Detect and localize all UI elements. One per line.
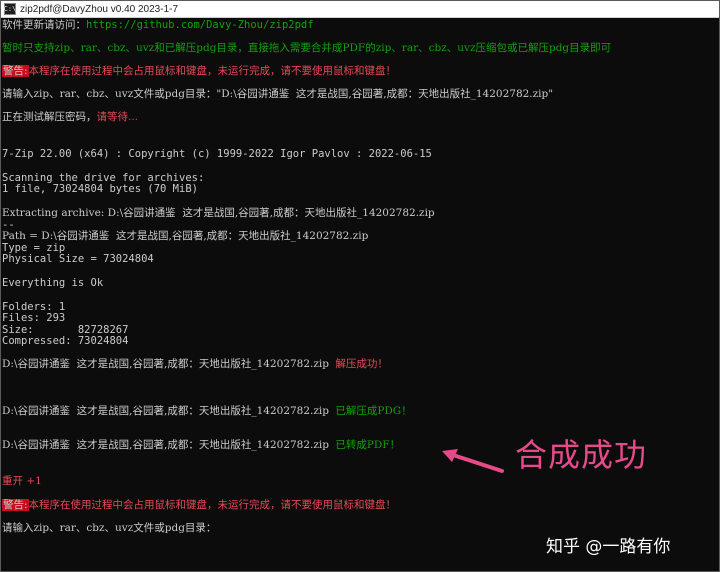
pdf-status-line: D:\谷园讲通鉴 这才是战国,谷园著,成都：天地出版社_14202782.zip… [2,439,400,452]
update-line: 软件更新请访问：https://github.com/Davy-Zhou/zip… [2,19,314,32]
warning-line-2: 警告:本程序在使用过程中会占用鼠标和键盘，未运行完成，请不要使用鼠标和键盘！ [2,499,396,512]
title-bar[interactable]: C:\ zip2pdf@DavyZhou v0.40 2023-1-7 [1,1,719,18]
pdf-status: 已转成PDF！ [335,439,401,451]
warning-text-2: 本程序在使用过程中会占用鼠标和键盘，未运行完成，请不要使用鼠标和键盘！ [28,499,397,511]
physical-size-line: Physical Size = 73024804 [2,253,154,265]
pdg-status-line: D:\谷园讲通鉴 这才是战国,谷园著,成都：天地出版社_14202782.zip… [2,405,412,418]
warning-text: 本程序在使用过程中会占用鼠标和键盘，未运行完成，请不要使用鼠标和键盘！ [28,65,397,77]
pdf-file-path: D:\谷园讲通鉴 这才是战国,谷园著,成都：天地出版社_14202782.zip [2,439,329,451]
update-label: 软件更新请访问： [2,19,86,31]
zhihu-watermark: 知乎 @一路有你 [546,537,671,557]
console-window: C:\ zip2pdf@DavyZhou v0.40 2023-1-7 软件更新… [0,0,720,572]
file-count-line: 1 file, 73024804 bytes (70 MiB) [2,183,198,195]
update-url: https://github.com/Davy-Zhou/zip2pdf [86,19,314,31]
zip-header: 7-Zip 22.00 (x64) : Copyright (c) 1999-2… [2,148,432,160]
testing-line: 正在测试解压密码，请等待... [2,111,138,124]
retry-line: 重开 +1 [2,475,42,487]
unzip-status-line: D:\谷园讲通鉴 这才是战国,谷园著,成都：天地出版社_14202782.zip… [2,358,388,371]
warning-line: 警告:本程序在使用过程中会占用鼠标和键盘，未运行完成，请不要使用鼠标和键盘！ [2,65,396,78]
warning-tag: 警告: [2,65,29,77]
testing-wait: 请等待... [96,111,139,123]
console-output[interactable]: 软件更新请访问：https://github.com/Davy-Zhou/zip… [1,18,719,571]
annotation-arrow-icon [442,449,504,473]
input-prompt: 请输入zip、rar、cbz、uvz文件或pdg目录："D:\谷园讲通鉴 这才是… [2,88,554,100]
window-title: zip2pdf@DavyZhou v0.40 2023-1-7 [20,3,179,15]
unzip-status: 解压成功！ [335,358,388,370]
unzip-file-path: D:\谷园讲通鉴 这才是战国,谷园著,成都：天地出版社_14202782.zip [2,358,329,370]
pdg-status: 已解压成PDG！ [335,405,412,417]
pdg-file-path: D:\谷园讲通鉴 这才是战国,谷园著,成都：天地出版社_14202782.zip [2,405,329,417]
support-line: 暂时只支持zip、rar、cbz、uvz和已解压pdg目录，直接拖入需要合并成P… [2,42,612,54]
extracting-line: Extracting archive: D:\谷园讲通鉴 这才是战国,谷园著,成… [2,207,435,219]
testing-label: 正在测试解压密码， [2,111,97,123]
warning-tag-2: 警告: [2,499,29,511]
input-prompt-2: 请输入zip、rar、cbz、uvz文件或pdg目录： [2,522,217,534]
console-app-icon: C:\ [4,3,16,15]
annotation-label: 合成成功 [515,436,648,474]
everything-ok-line: Everything is Ok [2,277,104,289]
compressed-line: Compressed: 73024804 [2,335,129,347]
